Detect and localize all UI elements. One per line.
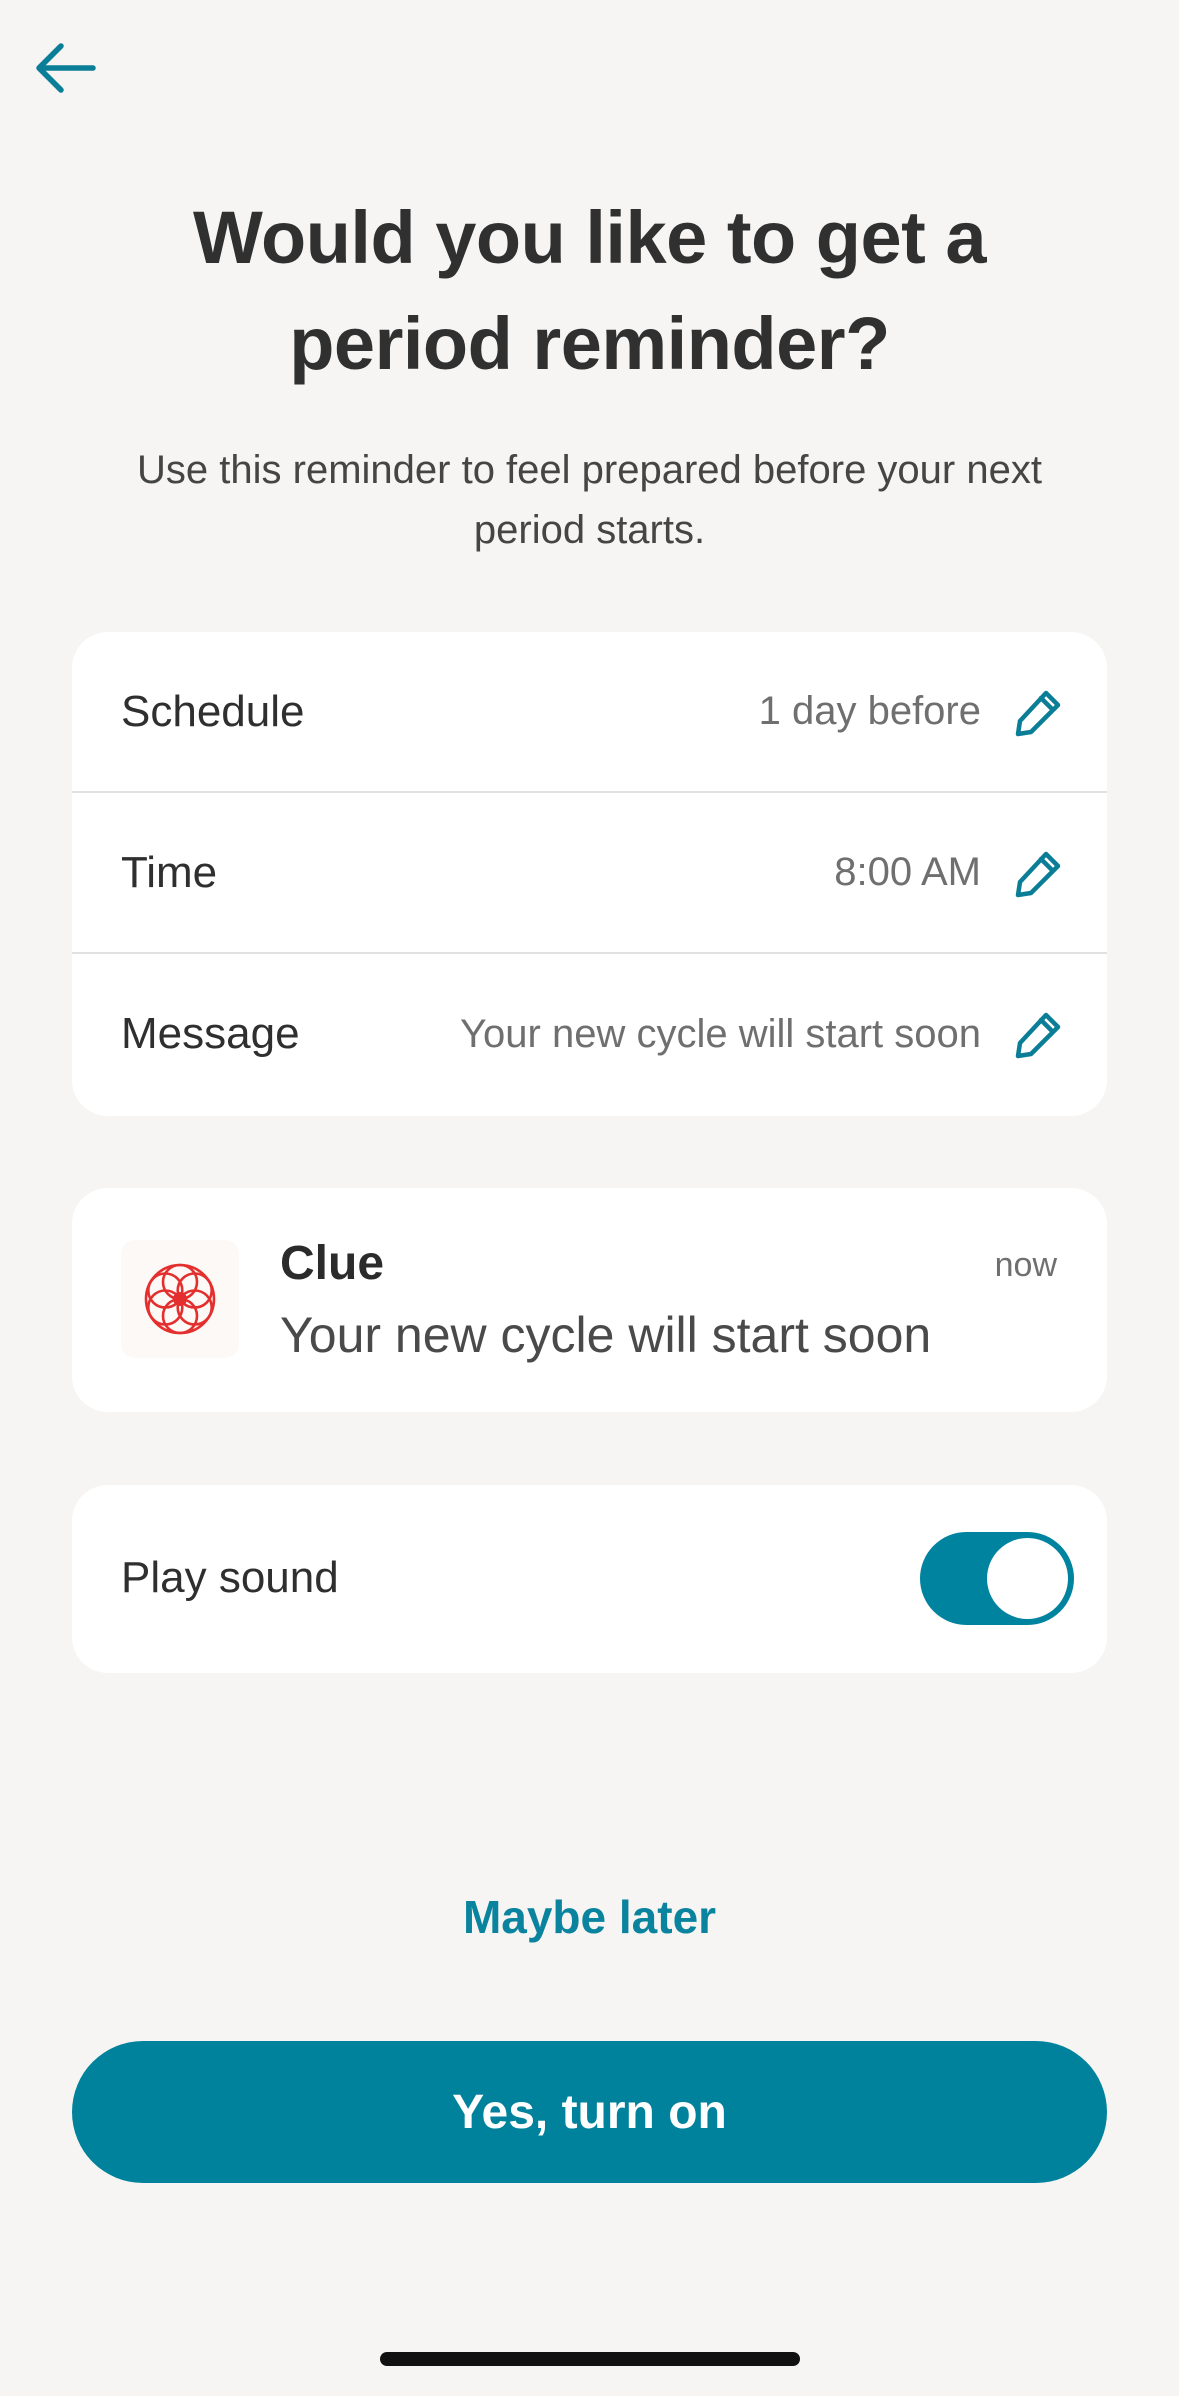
schedule-row[interactable]: Schedule 1 day before (72, 632, 1107, 793)
back-button[interactable] (24, 30, 104, 110)
page-title: Would you like to get a period reminder? (193, 196, 986, 385)
pencil-icon[interactable] (1011, 1006, 1067, 1062)
schedule-value: 1 day before (758, 689, 981, 733)
play-sound-label: Play sound (121, 1553, 339, 1602)
time-value: 8:00 AM (834, 850, 981, 894)
message-value: Your new cycle will start soon (460, 1011, 981, 1056)
pencil-icon[interactable] (1011, 684, 1067, 740)
notification-time: now (994, 1246, 1057, 1284)
turn-on-button[interactable]: Yes, turn on (72, 2041, 1107, 2183)
play-sound-toggle[interactable] (920, 1532, 1074, 1625)
toggle-knob (987, 1538, 1068, 1619)
pencil-icon[interactable] (1011, 845, 1067, 901)
time-row[interactable]: Time 8:00 AM (72, 793, 1107, 954)
notification-message: Your new cycle will start soon (280, 1307, 932, 1363)
notification-app-name: Clue (280, 1237, 385, 1290)
reminder-settings-card: Schedule 1 day before Time 8:00 AM Messa… (72, 632, 1107, 1116)
message-label: Message (121, 1009, 300, 1058)
maybe-later-button[interactable]: Maybe later (0, 1890, 1179, 1944)
message-row[interactable]: Message Your new cycle will start soon (72, 954, 1107, 1114)
page-subtitle: Use this reminder to feel prepared befor… (137, 448, 1042, 552)
play-sound-card: Play sound (72, 1485, 1107, 1673)
notification-preview: Clue now Your new cycle will start soon (72, 1188, 1107, 1412)
arrow-left-icon (31, 38, 97, 103)
schedule-label: Schedule (121, 686, 305, 736)
home-indicator (380, 2352, 800, 2366)
time-label: Time (121, 847, 218, 897)
clue-flower-icon (121, 1240, 239, 1358)
